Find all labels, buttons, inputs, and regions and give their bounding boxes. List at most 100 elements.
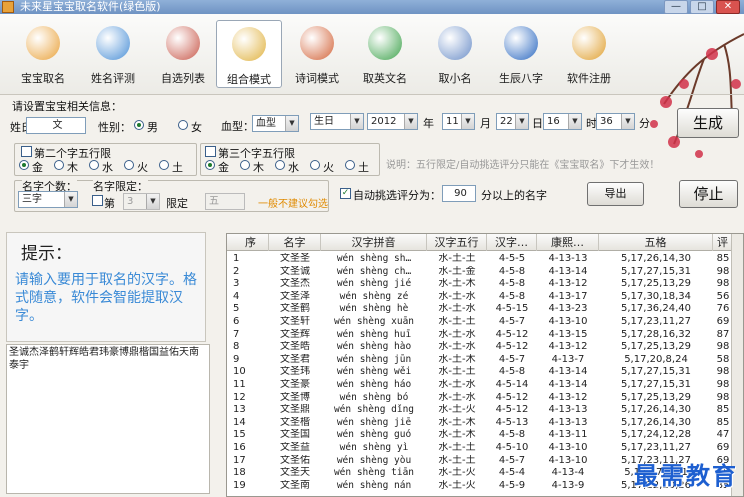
table-cell: 水-土-木: [438, 353, 476, 365]
name-limit-warning: 一般不建议勾选: [258, 199, 328, 210]
toolbar-button-7[interactable]: 生辰八字: [488, 20, 554, 88]
toolbar-divider: [0, 94, 744, 95]
generate-button[interactable]: 生成: [677, 108, 739, 138]
column-header[interactable]: 汉字五行: [427, 234, 487, 251]
table-cell: 87: [716, 328, 730, 340]
toolbar-button-6[interactable]: 取小名: [422, 20, 488, 88]
name-limit-position-select[interactable]: 3 ▼: [123, 193, 160, 210]
third-wx-label-0: 金: [218, 161, 229, 174]
name-limit-checkbox[interactable]: [92, 195, 103, 206]
toolbar-button-label: 取英文名: [363, 72, 407, 85]
table-cell: 4-5-7: [498, 316, 526, 327]
hour-select[interactable]: 16 ▼: [543, 113, 582, 130]
auto-select-checkbox[interactable]: ✓: [340, 188, 351, 199]
second-wx-radio-1[interactable]: [54, 160, 64, 170]
toolbar-button-label: 自选列表: [161, 72, 205, 85]
table-row[interactable]: 7 文圣辉 wén shèng huī 水-土-水 4-5-12 4-13-15 5,17,…: [227, 328, 743, 341]
day-select[interactable]: 22 ▼: [496, 113, 529, 130]
column-header[interactable]: 序: [227, 234, 269, 251]
second-wx-radio-0[interactable]: [19, 160, 29, 170]
column-header[interactable]: 评: [713, 234, 733, 251]
table-cell: 85: [716, 404, 730, 416]
table-row[interactable]: 16 文圣益 wén shèng yì 水-土-土 4-5-10 4-13-10 5,17,…: [227, 442, 743, 454]
third-wx-radio-4[interactable]: [345, 160, 355, 170]
third-char-wx-checkbox[interactable]: [205, 146, 216, 157]
third-wx-radio-1[interactable]: [240, 160, 250, 170]
table-cell: 4-5-14: [495, 379, 529, 390]
name-limit-char-input[interactable]: 五: [205, 193, 245, 210]
table-row[interactable]: 10 文圣玮 wén shèng wěi 水-土-土 4-5-8 4-13-14 5,17,…: [227, 366, 743, 378]
table-row[interactable]: 13 文圣鼎 wén shèng dǐng 水-土-火 4-5-12 4-13-13 5,1…: [227, 404, 743, 416]
column-header[interactable]: 汉字…: [487, 234, 537, 251]
table-cell: 文圣博: [280, 391, 310, 403]
table-row[interactable]: 4 文圣泽 wén shèng zé 水-土-水 4-5-8 4-13-17 5,17,30…: [227, 290, 743, 303]
table-cell: 2: [233, 265, 240, 277]
table-row[interactable]: 1 文圣圣 wén shèng sh… 水-土-土 4-5-5 4-13-13 5,17,2…: [227, 253, 743, 265]
table-cell: 水-土-土: [438, 454, 476, 466]
table-row[interactable]: 12 文圣博 wén shèng bó 水-土-水 4-5-12 4-13-12 5,17,…: [227, 391, 743, 404]
column-header[interactable]: 汉字拼音: [321, 234, 427, 251]
toolbar-button-0[interactable]: 宝宝取名: [10, 20, 76, 88]
toolbar-button-8[interactable]: 软件注册: [556, 20, 622, 88]
month-select[interactable]: 11 ▼: [442, 113, 475, 130]
table-cell: 文圣益: [280, 442, 310, 453]
table-row[interactable]: 6 文圣轩 wén shèng xuān 水-土-土 4-5-7 4-13-10 5,17,…: [227, 316, 743, 328]
auto-score-input[interactable]: 90: [442, 185, 476, 202]
toolbar-button-2[interactable]: 自选列表: [150, 20, 216, 88]
second-char-wx-checkbox[interactable]: [21, 146, 32, 157]
toolbar-button-1[interactable]: 姓名评测: [80, 20, 146, 88]
table-cell: 56: [716, 290, 730, 302]
table-row[interactable]: 9 文圣君 wén shèng jūn 水-土-木 4-5-7 4-13-7 5,17,20…: [227, 353, 743, 366]
table-cell: 47: [716, 429, 730, 441]
gender-male-radio[interactable]: [134, 120, 144, 130]
gender-female-radio[interactable]: [178, 120, 188, 130]
table-cell: 9: [233, 353, 240, 365]
surname-input[interactable]: 文: [26, 117, 86, 134]
column-header[interactable]: 五格: [599, 234, 713, 251]
toolbar-button-label: 宝宝取名: [21, 72, 65, 85]
stop-button[interactable]: 停止: [679, 180, 738, 208]
close-button[interactable]: ✕: [716, 0, 740, 14]
name-limit-label: 名字限定：: [93, 178, 148, 194]
third-wx-radio-2[interactable]: [275, 160, 285, 170]
table-cell: 5,17,23,11,27: [621, 442, 691, 453]
table-cell: 4-13-11: [548, 429, 588, 441]
second-wx-label-4: 土: [172, 161, 183, 174]
minute-select[interactable]: 36 ▼: [596, 113, 635, 130]
calendar-select[interactable]: 生日 ▼: [310, 113, 364, 130]
second-wx-radio-4[interactable]: [159, 160, 169, 170]
table-row[interactable]: 3 文圣杰 wén shèng jié 水-土-木 4-5-8 4-13-12 5,17,2…: [227, 278, 743, 290]
crown-icon: [438, 26, 472, 60]
chars-input[interactable]: 圣诚杰泽鹤轩辉皓君玮豪博鼎楷国益佑天南泰宇: [6, 344, 210, 494]
table-cell: wén shèng jūn: [336, 353, 412, 365]
minute-value: 36: [600, 116, 613, 127]
auto-score-suffix: 分以上的名字: [481, 189, 547, 202]
second-wx-radio-3[interactable]: [124, 160, 134, 170]
third-wx-radio-0[interactable]: [205, 160, 215, 170]
table-row[interactable]: 5 文圣鹤 wén shèng hè 水-土-水 4-5-15 4-13-23 5,17,3…: [227, 303, 743, 315]
table-row[interactable]: 2 文圣诚 wén shèng ch… 水-土-金 4-5-8 4-13-14 5,17,2…: [227, 265, 743, 278]
minimize-button[interactable]: —: [664, 0, 688, 14]
table-row[interactable]: 8 文圣皓 wén shèng hào 水-土-水 4-5-12 4-13-12 5,17,…: [227, 341, 743, 353]
toolbar-button-5[interactable]: 取英文名: [352, 20, 418, 88]
table-cell: 文圣玮: [280, 366, 310, 378]
toolbar-button-label: 取小名: [438, 72, 472, 85]
table-cell: 5,17,20,8,24: [624, 353, 688, 365]
toolbar-button-4[interactable]: 诗词模式: [284, 20, 350, 88]
maximize-button[interactable]: □: [690, 0, 714, 14]
column-header[interactable]: 名字: [269, 234, 321, 251]
blood-select[interactable]: 血型 ▼: [252, 115, 299, 132]
column-header[interactable]: 康熙…: [537, 234, 599, 251]
year-select[interactable]: 2012 ▼: [367, 113, 418, 130]
export-button[interactable]: 导出: [587, 182, 644, 206]
third-wx-radio-3[interactable]: [310, 160, 320, 170]
name-count-select[interactable]: 三字 ▼: [18, 191, 78, 208]
table-cell: 水-土-木: [438, 416, 476, 428]
table-cell: 5,17,26,14,30: [621, 404, 691, 416]
second-wx-radio-2[interactable]: [89, 160, 99, 170]
toolbar-button-3[interactable]: 组合模式: [216, 20, 282, 88]
table-row[interactable]: 14 文圣楷 wén shèng jiē 水-土-木 4-5-13 4-13-13 5,17…: [227, 416, 743, 429]
table-row[interactable]: 15 文圣国 wén shèng guó 水-土-木 4-5-8 4-13-11 5,17,…: [227, 429, 743, 441]
table-cell: 水-土-土: [438, 253, 476, 264]
table-row[interactable]: 11 文圣豪 wén shèng háo 水-土-水 4-5-14 4-13-14 5,17…: [227, 379, 743, 391]
